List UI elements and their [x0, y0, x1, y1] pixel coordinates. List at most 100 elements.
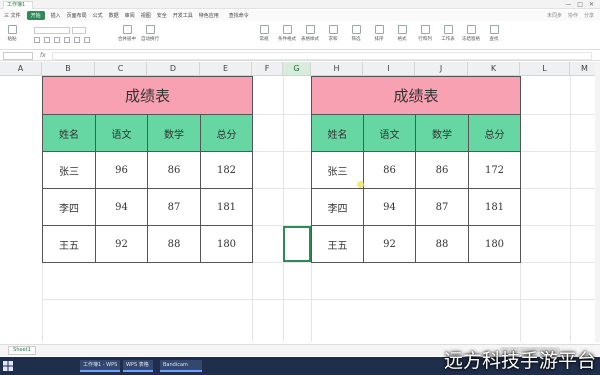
collaborate-button[interactable]: 协作: [568, 12, 578, 19]
underline-icon[interactable]: [54, 37, 60, 43]
header-cell-chinese[interactable]: 语文: [363, 114, 416, 152]
header-cell-math[interactable]: 数学: [415, 114, 469, 152]
paste-button[interactable]: 粘贴: [3, 25, 21, 42]
sort-button[interactable]: 排序: [370, 25, 388, 42]
border-icon[interactable]: [64, 37, 70, 43]
font-family-select[interactable]: [34, 27, 70, 34]
find-button[interactable]: 查找: [485, 25, 503, 42]
selected-cell-outline[interactable]: [283, 226, 311, 262]
fill-color-icon[interactable]: [74, 37, 80, 43]
close-button[interactable]: ✕: [589, 0, 594, 9]
menu-features[interactable]: 特色应用: [199, 12, 219, 19]
minimize-button[interactable]: —: [565, 0, 571, 9]
sheet-tab-sheet1[interactable]: Sheet1: [8, 346, 36, 355]
freeze-panes-button[interactable]: 冻结窗格: [462, 25, 480, 42]
font-color-icon[interactable]: [84, 37, 90, 43]
cell[interactable]: 87: [415, 188, 469, 226]
conditional-format-button[interactable]: 条件格式: [278, 25, 296, 42]
menu-view[interactable]: 视图: [141, 12, 151, 19]
column-header-h[interactable]: H: [311, 62, 363, 76]
menu-insert[interactable]: 插入: [51, 12, 61, 19]
header-cell-total[interactable]: 总分: [199, 114, 254, 152]
cell[interactable]: 86: [147, 151, 201, 189]
cell[interactable]: 181: [467, 188, 522, 226]
cell[interactable]: 180: [467, 225, 522, 263]
font-size-select[interactable]: [72, 27, 86, 34]
cell[interactable]: 王五: [311, 225, 364, 263]
table-title[interactable]: 成绩表: [310, 76, 522, 115]
cell[interactable]: 87: [147, 188, 201, 226]
cell[interactable]: 李四: [311, 188, 364, 226]
menu-security[interactable]: 安全: [157, 12, 167, 19]
cell[interactable]: 181: [199, 188, 254, 226]
rows-cols-button[interactable]: 行和列: [416, 25, 434, 42]
column-header-j[interactable]: J: [415, 62, 468, 76]
menu-home[interactable]: 开始: [26, 11, 45, 20]
column-header-l[interactable]: L: [520, 62, 570, 76]
sum-button[interactable]: 求和: [324, 25, 342, 42]
table-title[interactable]: 成绩表: [41, 76, 254, 115]
header-cell-name[interactable]: 姓名: [311, 114, 364, 152]
sheet-grid[interactable]: A B C D E F G H I J K L M 成绩表 姓名 语文 数学 总…: [0, 62, 600, 342]
header-cell-total[interactable]: 总分: [467, 114, 522, 152]
column-header-b[interactable]: B: [42, 62, 95, 76]
cell[interactable]: 张三: [311, 151, 364, 189]
taskbar-item-wps[interactable]: WPS 表格: [123, 360, 153, 372]
cell[interactable]: 182: [199, 151, 254, 189]
column-header-g[interactable]: G: [283, 62, 311, 76]
menu-data[interactable]: 数据: [109, 12, 119, 19]
menu-developer[interactable]: 开发工具: [173, 12, 193, 19]
column-header-f[interactable]: F: [252, 62, 283, 76]
cell[interactable]: 李四: [42, 188, 96, 226]
cell[interactable]: 96: [95, 151, 148, 189]
cell[interactable]: 88: [415, 225, 469, 263]
cell[interactable]: 180: [199, 225, 254, 263]
taskbar-item-workbook[interactable]: 工作簿1 - WPS: [80, 360, 120, 372]
column-header-e[interactable]: E: [200, 62, 252, 76]
header-cell-chinese[interactable]: 语文: [95, 114, 148, 152]
column-header-c[interactable]: C: [95, 62, 147, 76]
table-row: 王五 92 88 180: [42, 225, 254, 263]
cell[interactable]: 94: [363, 188, 416, 226]
cell[interactable]: 94: [95, 188, 148, 226]
column-header-k[interactable]: K: [468, 62, 520, 76]
format-button[interactable]: 格式: [393, 25, 411, 42]
header-cell-name[interactable]: 姓名: [42, 114, 96, 152]
table-style-button[interactable]: 表格样式: [301, 25, 319, 42]
merge-center-button[interactable]: 合并居中: [118, 25, 136, 42]
share-button[interactable]: 分享: [584, 12, 594, 19]
cell[interactable]: 92: [95, 225, 148, 263]
header-cell-math[interactable]: 数学: [147, 114, 201, 152]
editing-group: 常规 条件格式 表格样式 求和 筛选 排序 格式 行和列 工作表 冻结窗格 查找: [255, 25, 503, 42]
cell[interactable]: 张三: [42, 151, 96, 189]
column-header-a[interactable]: A: [0, 62, 42, 76]
fx-icon[interactable]: fx: [40, 52, 46, 59]
menu-page-layout[interactable]: 页面布局: [67, 12, 87, 19]
menu-file[interactable]: 三 文件: [4, 12, 21, 19]
sync-status[interactable]: 未同步: [547, 12, 562, 19]
document-tab[interactable]: 工作簿1: [3, 1, 33, 9]
cell[interactable]: 86: [415, 151, 469, 189]
cell[interactable]: 88: [147, 225, 201, 263]
bold-icon[interactable]: [34, 37, 40, 43]
menu-review[interactable]: 审阅: [125, 12, 135, 19]
formula-input[interactable]: [52, 52, 592, 60]
column-header-i[interactable]: I: [363, 62, 415, 76]
filter-button[interactable]: 筛选: [347, 25, 365, 42]
cell[interactable]: 92: [363, 225, 416, 263]
worksheet-button[interactable]: 工作表: [439, 25, 457, 42]
cell[interactable]: 172: [467, 151, 522, 189]
cell[interactable]: 王五: [42, 225, 96, 263]
cell[interactable]: 86: [363, 151, 416, 189]
wrap-text-button[interactable]: 自动换行: [141, 25, 159, 42]
menu-formulas[interactable]: 公式: [93, 12, 103, 19]
maximize-button[interactable]: □: [577, 0, 583, 9]
name-box[interactable]: [3, 52, 33, 60]
windows-start-icon[interactable]: [3, 361, 13, 371]
number-format-button[interactable]: 常规: [255, 25, 273, 42]
column-header-d[interactable]: D: [147, 62, 200, 76]
vertical-scrollbar[interactable]: [595, 62, 600, 342]
command-search[interactable]: 查找命令: [229, 12, 249, 19]
taskbar-item-bandicam[interactable]: Bandicam: [160, 360, 202, 372]
italic-icon[interactable]: [44, 37, 50, 43]
